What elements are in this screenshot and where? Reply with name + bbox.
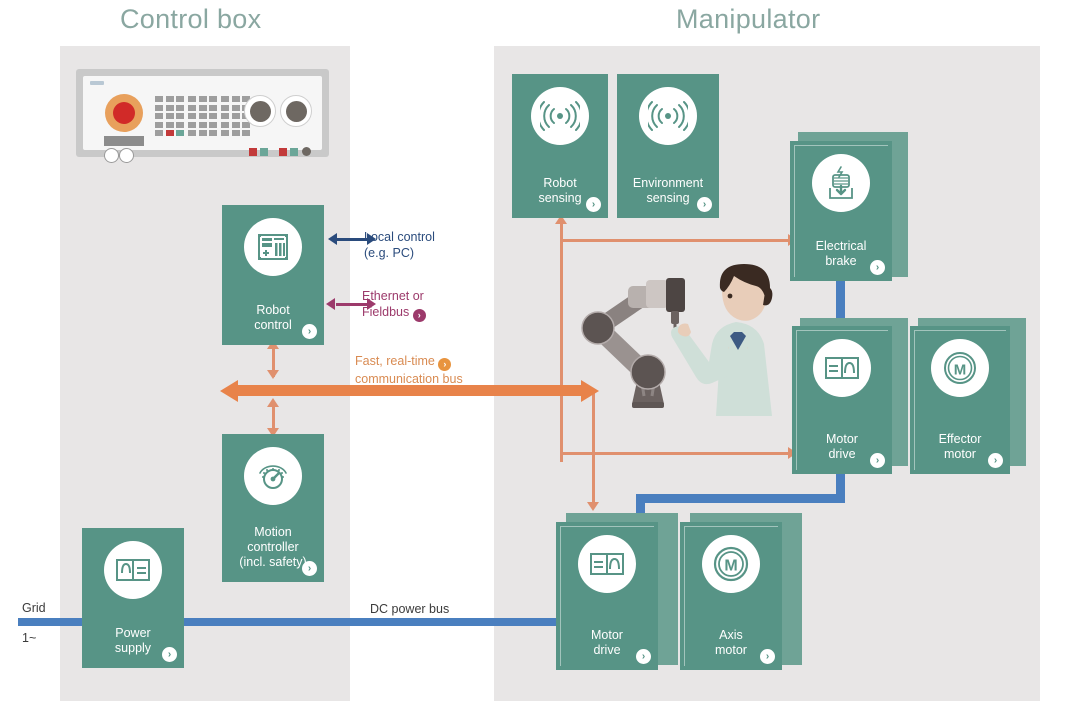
block-label: Motor drive [826,432,858,461]
signal-waves-icon [639,87,697,145]
comm-branch-lower-arrowhead [587,502,599,511]
caption-line-2-wrap: Fieldbus › [362,304,426,322]
pendant-knob-2 [119,148,134,163]
block-axis-motor[interactable]: M Axis motor › [680,522,782,670]
svg-text:M: M [954,362,967,379]
indicator-group-2 [279,148,298,156]
caption-local-control: Local control (e.g. PC) [364,229,435,261]
communication-bus-arrow-left [220,380,238,402]
indicator-dot [302,147,311,156]
chevron-right-icon[interactable]: › [162,647,177,662]
dc-ac-inverter-icon [813,339,871,397]
operator-graphic [671,264,773,416]
svg-text:M: M [724,558,737,575]
pendant-knob-1 [104,148,119,163]
bus-to-robot-control-arrow-down [267,370,279,379]
caption-grid: Grid 1~ [22,600,46,646]
chevron-right-icon[interactable]: › [636,649,651,664]
control-box-title: Control box [120,4,262,34]
chevron-right-icon[interactable]: › [586,197,601,212]
gauge-icon [244,447,302,505]
grid-line-2: 1~ [22,631,37,645]
caption-dc-power-bus: DC power bus [370,602,450,616]
block-environment-sensing[interactable]: Environment sensing › [617,74,719,218]
caption-communication-bus: Fast, real-time › communication bus [355,353,463,387]
chevron-right-icon[interactable]: › [760,649,775,664]
comm-branch-brake [560,239,790,242]
jog-dial-right [280,95,312,127]
motor-m-icon: M [702,535,760,593]
comm-branch-lower-line [592,392,595,504]
block-electrical-brake[interactable]: Electrical brake › [790,141,892,281]
block-robot-control[interactable]: Robot control › [222,205,324,345]
diagram-canvas: Control box Manipulator Robot control › … [0,0,1080,711]
block-robot-sensing[interactable]: Robot sensing › [512,74,608,218]
communication-bus-arrow-right [581,380,599,402]
local-control-arrow-left [328,233,337,245]
caption-ethernet-fieldbus: Ethernet or Fieldbus › [362,288,426,322]
caption-line-1: Ethernet or [362,289,424,303]
ethernet-arrow-left [326,298,335,310]
block-label: Motor drive [591,628,623,657]
drive-link-horizontal [636,494,845,503]
signal-waves-icon [531,87,589,145]
caption-line-2: (e.g. PC) [364,246,415,260]
controller-icon [244,218,302,276]
block-motion-controller[interactable]: Motion controller (incl. safety) › [222,434,324,582]
block-motor-drive-lower[interactable]: Motor drive › [556,522,658,670]
teach-pendant [76,69,329,163]
block-motor-drive-upper[interactable]: Motor drive › [792,326,892,474]
bus-to-motion-controller-arrow-up [267,398,279,407]
indicator-group-1 [249,148,268,156]
block-effector-motor[interactable]: M Effector motor › [910,326,1010,474]
chevron-right-icon[interactable]: › [697,197,712,212]
block-label: Axis motor [715,628,747,657]
keypad-group-1 [155,96,184,136]
chevron-right-icon[interactable]: › [870,453,885,468]
chevron-right-icon[interactable]: › [302,324,317,339]
chevron-right-icon[interactable]: › [302,561,317,576]
caption-line-2: Fieldbus [362,305,410,319]
block-label: Robot control [254,303,292,332]
pendant-slot [104,136,144,146]
block-label: Electrical brake [815,239,867,268]
dc-ac-inverter-icon [578,535,636,593]
comm-branch-drive [560,452,790,455]
comm-spine-line [560,222,563,462]
pendant-tab [90,81,104,85]
robot-and-operator-illustration [581,264,773,416]
chevron-right-icon[interactable]: › [988,453,1003,468]
jog-dial-left [244,95,276,127]
caption-line-1: Local control [364,230,435,244]
block-power-supply[interactable]: Power supply › [82,528,184,668]
chevron-right-icon[interactable]: › [438,358,452,371]
brake-icon [812,154,870,212]
grid-line-1: Grid [22,601,46,615]
chevron-right-icon[interactable]: › [870,260,885,275]
manipulator-title: Manipulator [676,4,821,34]
block-label: Power supply [114,626,152,655]
caption-line-1: Fast, real-time [355,354,435,368]
motor-m-icon: M [931,339,989,397]
block-label: Environment sensing [632,176,704,205]
chevron-right-icon[interactable]: › [412,309,426,322]
block-label: Robot sensing [538,176,582,205]
caption-line-2: communication bus [355,372,463,386]
caption-line-1-wrap: Fast, real-time › [355,353,463,371]
emergency-stop-button [113,102,135,124]
block-label: Motion controller (incl. safety) [239,525,307,569]
pendant-face [83,76,322,163]
keypad-group-2 [188,96,217,136]
dc-power-bus-line [172,618,560,626]
ac-dc-converter-icon [104,541,162,599]
block-label: Effector motor [938,432,982,461]
